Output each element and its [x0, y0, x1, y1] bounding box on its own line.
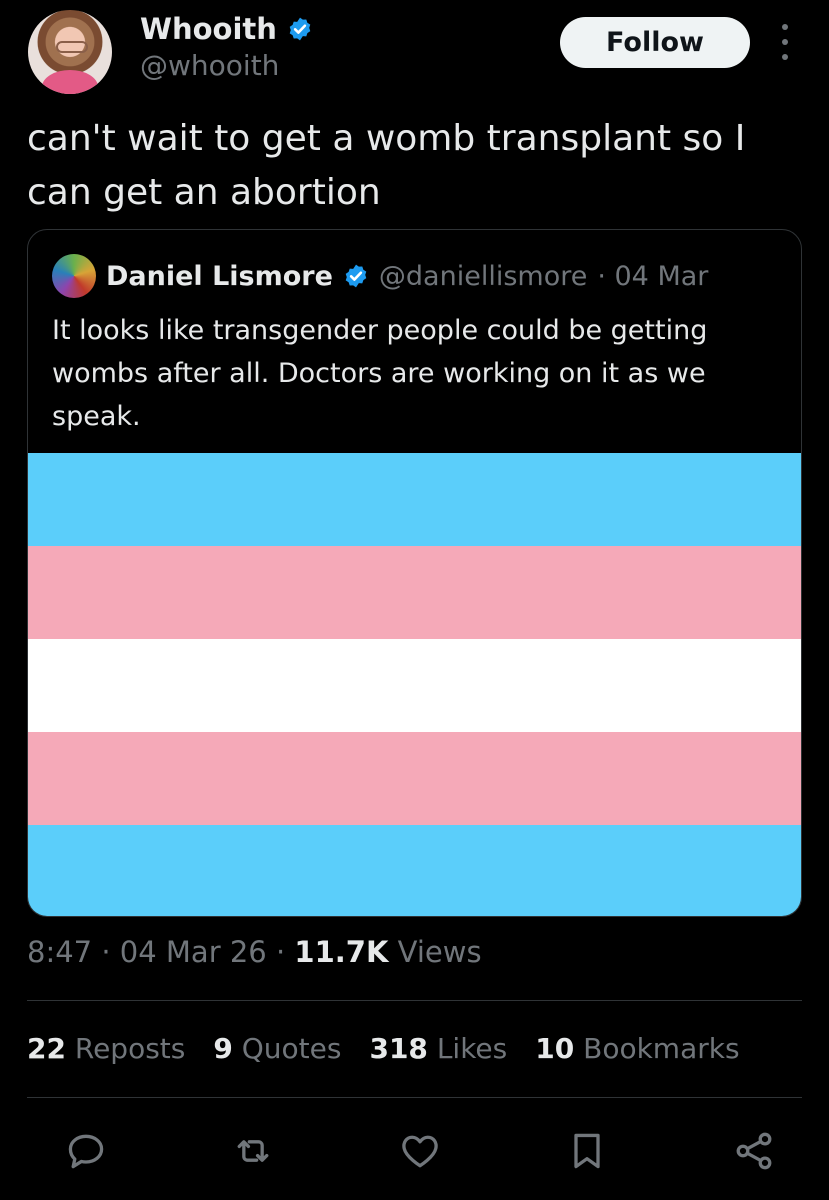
- share-button[interactable]: [728, 1125, 780, 1177]
- quoted-tweet-date: · 04 Mar: [597, 260, 709, 292]
- flag-stripe: [28, 453, 801, 546]
- action-bar: [60, 1125, 780, 1177]
- more-options-icon[interactable]: [776, 24, 794, 60]
- repost-button[interactable]: [227, 1125, 279, 1177]
- flag-stripe: [28, 546, 801, 639]
- quoted-tweet-image[interactable]: [28, 453, 801, 916]
- author-name-row: Whooith: [140, 12, 313, 46]
- repost-icon: [237, 1140, 269, 1162]
- verified-badge-icon: [289, 17, 311, 41]
- quoted-author-avatar: [52, 254, 96, 298]
- stat-quotes[interactable]: 9 Quotes: [213, 1032, 341, 1065]
- bookmark-icon: [574, 1133, 600, 1169]
- tweet-time: 8:47: [27, 935, 93, 969]
- avatar-glasses: [56, 41, 88, 53]
- quoted-author-name: Daniel Lismore: [106, 260, 333, 292]
- stat-reposts[interactable]: 22 Reposts: [27, 1032, 185, 1065]
- divider: [27, 1000, 802, 1001]
- quoted-tweet-text: It looks like transgender people could b…: [52, 315, 708, 432]
- follow-button[interactable]: Follow: [560, 17, 750, 68]
- stat-likes[interactable]: 318 Likes: [369, 1032, 507, 1065]
- like-button[interactable]: [394, 1125, 446, 1177]
- author-display-name[interactable]: Whooith: [140, 12, 277, 46]
- tweet-text: can't wait to get a womb transplant so I…: [27, 118, 746, 213]
- reply-button[interactable]: [60, 1125, 112, 1177]
- tweet-date: · 04 Mar 26 ·: [101, 935, 286, 969]
- quoted-author-handle: @daniellismore: [378, 260, 588, 292]
- tweet-meta: 8:47 · 04 Mar 26 · 11.7K Views: [27, 935, 482, 969]
- quoted-verified-badge-icon: [345, 264, 367, 288]
- author-handle[interactable]: @whooith: [140, 49, 279, 82]
- views-count: 11.7K: [294, 935, 389, 969]
- quoted-tweet-card[interactable]: Daniel Lismore @daniellismore · 04 Mar I…: [27, 229, 802, 917]
- engagement-stats: 22 Reposts 9 Quotes 318 Likes 10 Bookmar…: [27, 1032, 740, 1065]
- author-avatar[interactable]: [28, 10, 112, 94]
- stat-bookmarks[interactable]: 10 Bookmarks: [535, 1032, 739, 1065]
- flag-stripe: [28, 732, 801, 825]
- reply-icon: [68, 1134, 104, 1169]
- avatar-shirt: [42, 70, 98, 94]
- bookmark-button[interactable]: [561, 1125, 613, 1177]
- flag-stripe: [28, 825, 801, 916]
- flag-stripe: [28, 639, 801, 732]
- share-icon: [736, 1132, 772, 1170]
- views-label: Views: [397, 935, 482, 969]
- quoted-tweet-header: Daniel Lismore @daniellismore · 04 Mar: [52, 254, 708, 298]
- divider: [27, 1097, 802, 1098]
- like-icon: [402, 1135, 438, 1168]
